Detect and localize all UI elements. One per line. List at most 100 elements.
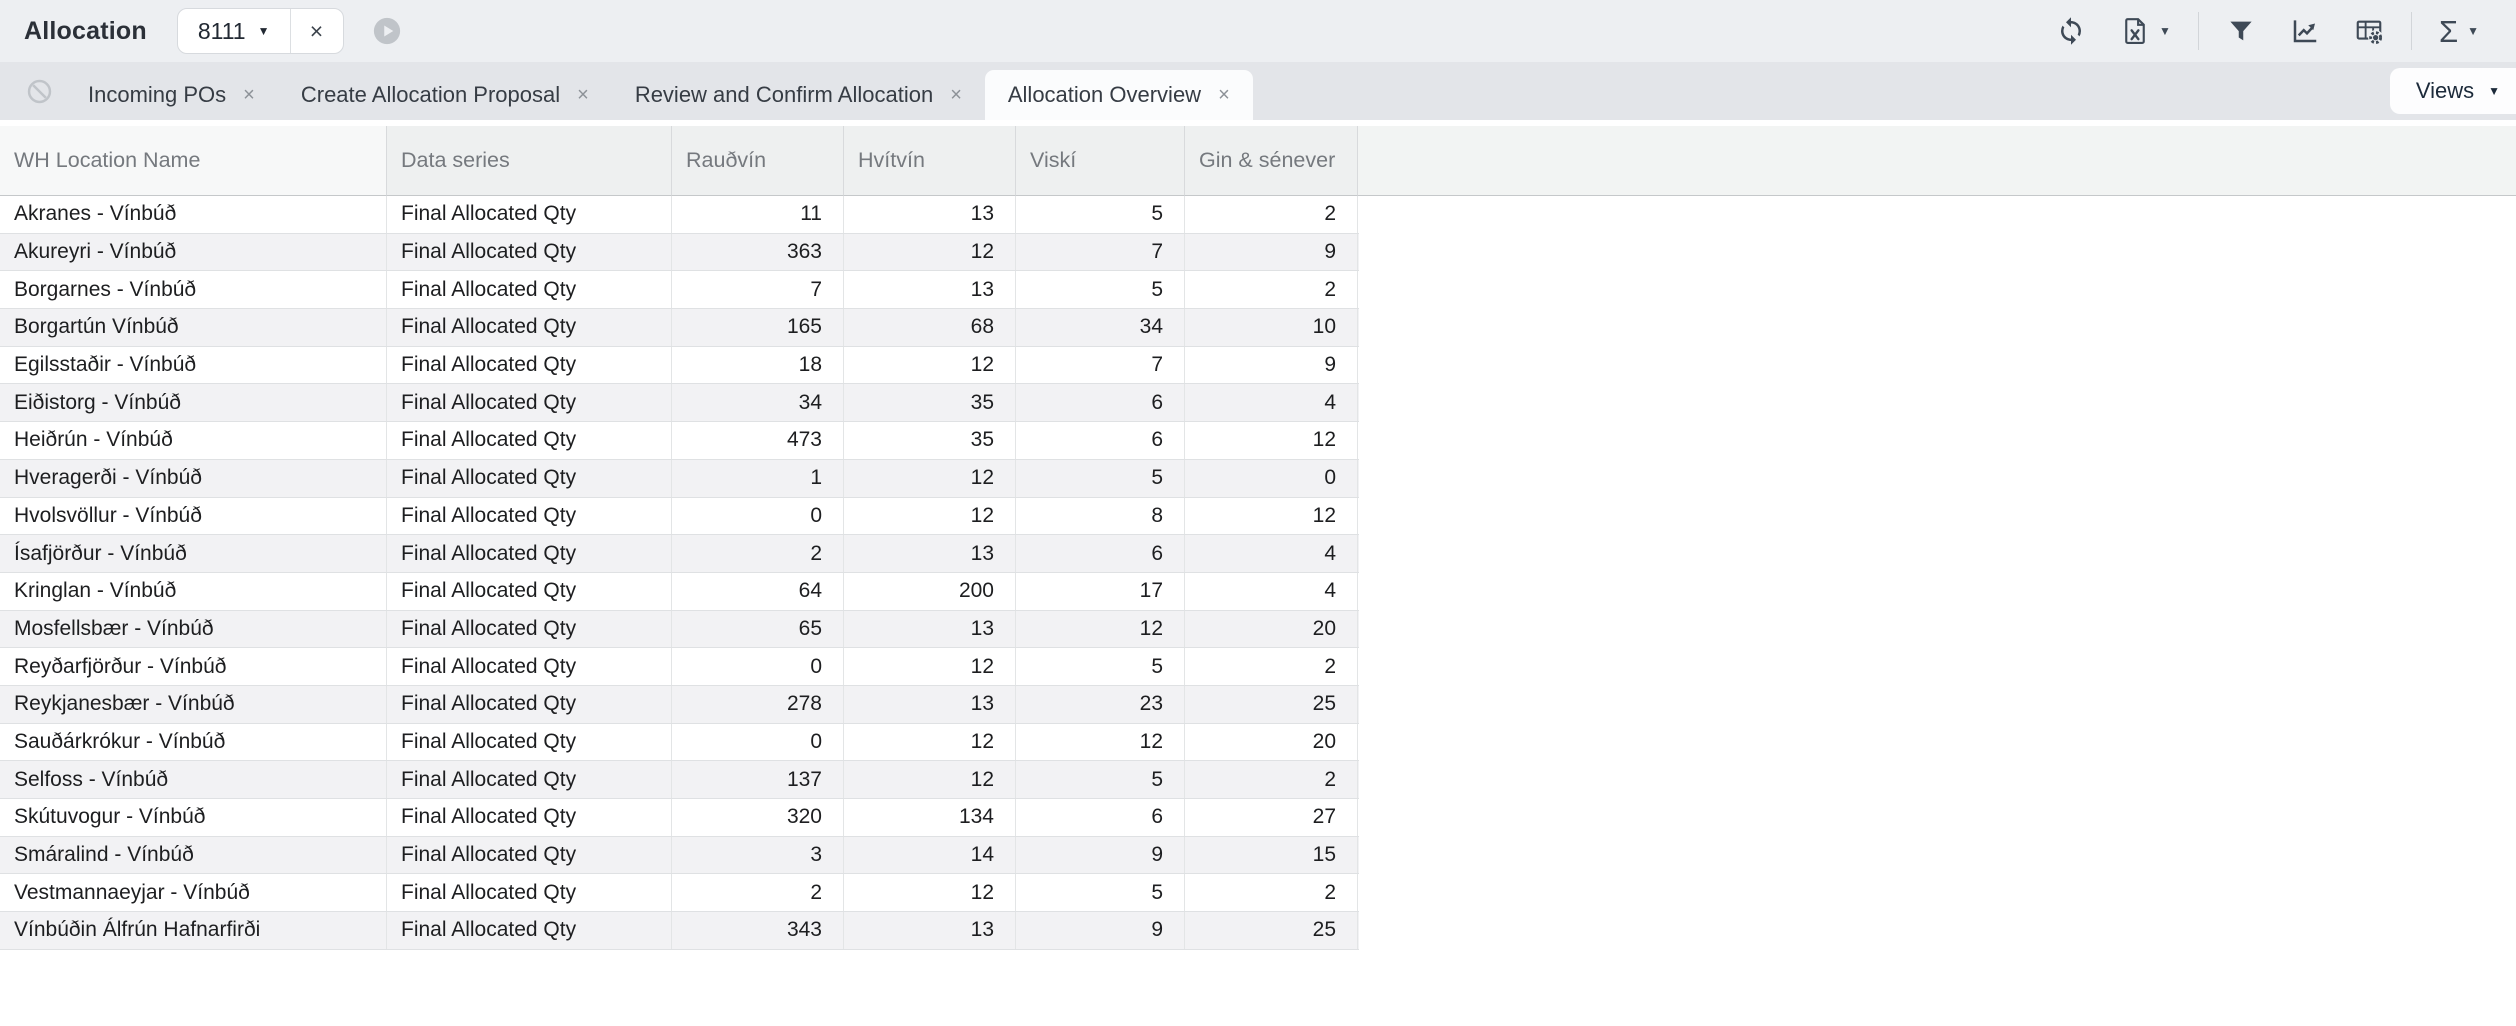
cell-location: Reyðarfjörður - Vínbúð xyxy=(0,648,387,685)
table-row[interactable]: Akureyri - VínbúðFinal Allocated Qty3631… xyxy=(0,234,1359,272)
tab-incoming-pos[interactable]: Incoming POs× xyxy=(65,70,278,120)
filter-button[interactable] xyxy=(2209,9,2273,53)
table-row[interactable]: Kringlan - VínbúðFinal Allocated Qty6420… xyxy=(0,573,1359,611)
cell-value: 278 xyxy=(672,686,844,723)
tab-allocation-overview[interactable]: Allocation Overview× xyxy=(985,70,1253,120)
views-label: Views xyxy=(2416,78,2474,104)
cell-value: 4 xyxy=(1185,535,1358,572)
export-excel-button[interactable]: ▼ xyxy=(2103,9,2188,53)
table-row[interactable]: Hveragerði - VínbúðFinal Allocated Qty11… xyxy=(0,460,1359,498)
cell-location: Akranes - Vínbúð xyxy=(0,196,387,233)
cell-value: 7 xyxy=(1016,347,1185,384)
cell-value: 17 xyxy=(1016,573,1185,610)
cell-value: 137 xyxy=(672,761,844,798)
cell-value: 5 xyxy=(1016,761,1185,798)
allocation-selector: 8111 ▼ × xyxy=(177,8,344,54)
views-button[interactable]: Views ▼ xyxy=(2390,68,2516,114)
cell-value: 13 xyxy=(844,271,1016,308)
cell-value: 27 xyxy=(1185,799,1358,836)
cell-value: 2 xyxy=(1185,761,1358,798)
tab-close-icon[interactable]: × xyxy=(243,84,255,107)
cell-value: 5 xyxy=(1016,460,1185,497)
cell-data-series: Final Allocated Qty xyxy=(387,347,672,384)
chevron-down-icon: ▼ xyxy=(258,24,270,38)
run-button[interactable] xyxy=(372,16,402,46)
cell-location: Egilsstaðir - Vínbúð xyxy=(0,347,387,384)
table-row[interactable]: Heiðrún - VínbúðFinal Allocated Qty47335… xyxy=(0,422,1359,460)
cell-value: 12 xyxy=(1016,611,1185,648)
cell-value: 12 xyxy=(844,347,1016,384)
table-row[interactable]: Sauðárkrókur - VínbúðFinal Allocated Qty… xyxy=(0,724,1359,762)
column-header-rau-v-n[interactable]: Rauðvín xyxy=(672,126,844,196)
tab-close-icon[interactable]: × xyxy=(1218,84,1230,107)
cell-data-series: Final Allocated Qty xyxy=(387,422,672,459)
cell-data-series: Final Allocated Qty xyxy=(387,196,672,233)
cell-location: Vestmannaeyjar - Vínbúð xyxy=(0,874,387,911)
table-row[interactable]: Vestmannaeyjar - VínbúðFinal Allocated Q… xyxy=(0,874,1359,912)
cell-value: 320 xyxy=(672,799,844,836)
table-row[interactable]: Skútuvogur - VínbúðFinal Allocated Qty32… xyxy=(0,799,1359,837)
cell-value: 7 xyxy=(672,271,844,308)
cell-value: 12 xyxy=(844,724,1016,761)
chevron-down-icon: ▼ xyxy=(2488,84,2500,98)
table-row[interactable]: Reyðarfjörður - VínbúðFinal Allocated Qt… xyxy=(0,648,1359,686)
chart-view-button[interactable] xyxy=(2273,9,2337,53)
column-header-data-series[interactable]: Data series xyxy=(387,126,672,196)
table-row[interactable]: Akranes - VínbúðFinal Allocated Qty11135… xyxy=(0,196,1359,234)
cell-value: 0 xyxy=(672,498,844,535)
toolbar-separator xyxy=(2411,12,2412,50)
table-row[interactable]: Smáralind - VínbúðFinal Allocated Qty314… xyxy=(0,837,1359,875)
cell-value: 13 xyxy=(844,196,1016,233)
cell-location: Eiðistorg - Vínbúð xyxy=(0,384,387,421)
cell-value: 9 xyxy=(1016,837,1185,874)
tab-close-icon[interactable]: × xyxy=(950,84,962,107)
table-row[interactable]: Hvolsvöllur - VínbúðFinal Allocated Qty0… xyxy=(0,498,1359,536)
allocation-dropdown[interactable]: 8111 ▼ xyxy=(178,9,290,53)
column-header-hv-tv-n[interactable]: Hvítvín xyxy=(844,126,1016,196)
cell-value: 12 xyxy=(844,234,1016,271)
grid-header: WH Location NameData seriesRauðvínHvítví… xyxy=(0,126,2516,196)
cell-value: 9 xyxy=(1185,234,1358,271)
table-row[interactable]: Ísafjörður - VínbúðFinal Allocated Qty21… xyxy=(0,535,1359,573)
column-header-gin-s-never[interactable]: Gin & sénever xyxy=(1185,126,1358,196)
table-settings-button[interactable] xyxy=(2337,9,2401,53)
tab-list: Incoming POs× Create Allocation Proposal ×… xyxy=(65,62,1253,120)
cell-location: Reykjanesbær - Vínbúð xyxy=(0,686,387,723)
allocation-clear-button[interactable]: × xyxy=(291,9,343,53)
cell-value: 35 xyxy=(844,422,1016,459)
tab-review-and-confirm-allocation[interactable]: Review and Confirm Allocation× xyxy=(612,70,985,120)
cell-value: 200 xyxy=(844,573,1016,610)
table-row[interactable]: Eiðistorg - VínbúðFinal Allocated Qty343… xyxy=(0,384,1359,422)
cell-value: 6 xyxy=(1016,384,1185,421)
column-header-visk[interactable]: Viskí xyxy=(1016,126,1185,196)
cell-data-series: Final Allocated Qty xyxy=(387,874,672,911)
cell-value: 35 xyxy=(844,384,1016,421)
cell-value: 5 xyxy=(1016,271,1185,308)
cell-data-series: Final Allocated Qty xyxy=(387,648,672,685)
excel-file-icon xyxy=(2120,16,2150,46)
table-row[interactable]: Egilsstaðir - VínbúðFinal Allocated Qty 1… xyxy=(0,347,1359,385)
blocked-tab-button[interactable] xyxy=(26,78,53,105)
table-row[interactable]: Mosfellsbær - VínbúðFinal Allocated Qty6… xyxy=(0,611,1359,649)
cell-value: 1 xyxy=(672,460,844,497)
cell-location: Akureyri - Vínbúð xyxy=(0,234,387,271)
tab-close-icon[interactable]: × xyxy=(577,84,589,107)
cell-location: Sauðárkrókur - Vínbúð xyxy=(0,724,387,761)
table-row[interactable]: Selfoss - VínbúðFinal Allocated Qty13712… xyxy=(0,761,1359,799)
table-row[interactable]: Borgarnes - VínbúðFinal Allocated Qty713… xyxy=(0,271,1359,309)
tab-create-allocation-proposal[interactable]: Create Allocation Proposal × xyxy=(278,70,612,120)
tab-label: Create Allocation Proposal xyxy=(301,82,560,108)
table-row[interactable]: Vínbúðin Álfrún HafnarfirðiFinal Allocat… xyxy=(0,912,1359,950)
cell-value: 8 xyxy=(1016,498,1185,535)
cell-value: 34 xyxy=(672,384,844,421)
refresh-button[interactable] xyxy=(2039,9,2103,53)
aggregation-button[interactable]: Σ ▼ xyxy=(2422,9,2496,53)
cell-value: 6 xyxy=(1016,799,1185,836)
cell-value: 0 xyxy=(1185,460,1358,497)
table-row[interactable]: Borgartún VínbúðFinal Allocated Qty16568… xyxy=(0,309,1359,347)
cell-value: 2 xyxy=(672,535,844,572)
table-row[interactable]: Reykjanesbær - VínbúðFinal Allocated Qty… xyxy=(0,686,1359,724)
cell-value: 5 xyxy=(1016,874,1185,911)
cell-value: 12 xyxy=(1016,724,1185,761)
column-header-wh-location-name[interactable]: WH Location Name xyxy=(0,126,387,196)
